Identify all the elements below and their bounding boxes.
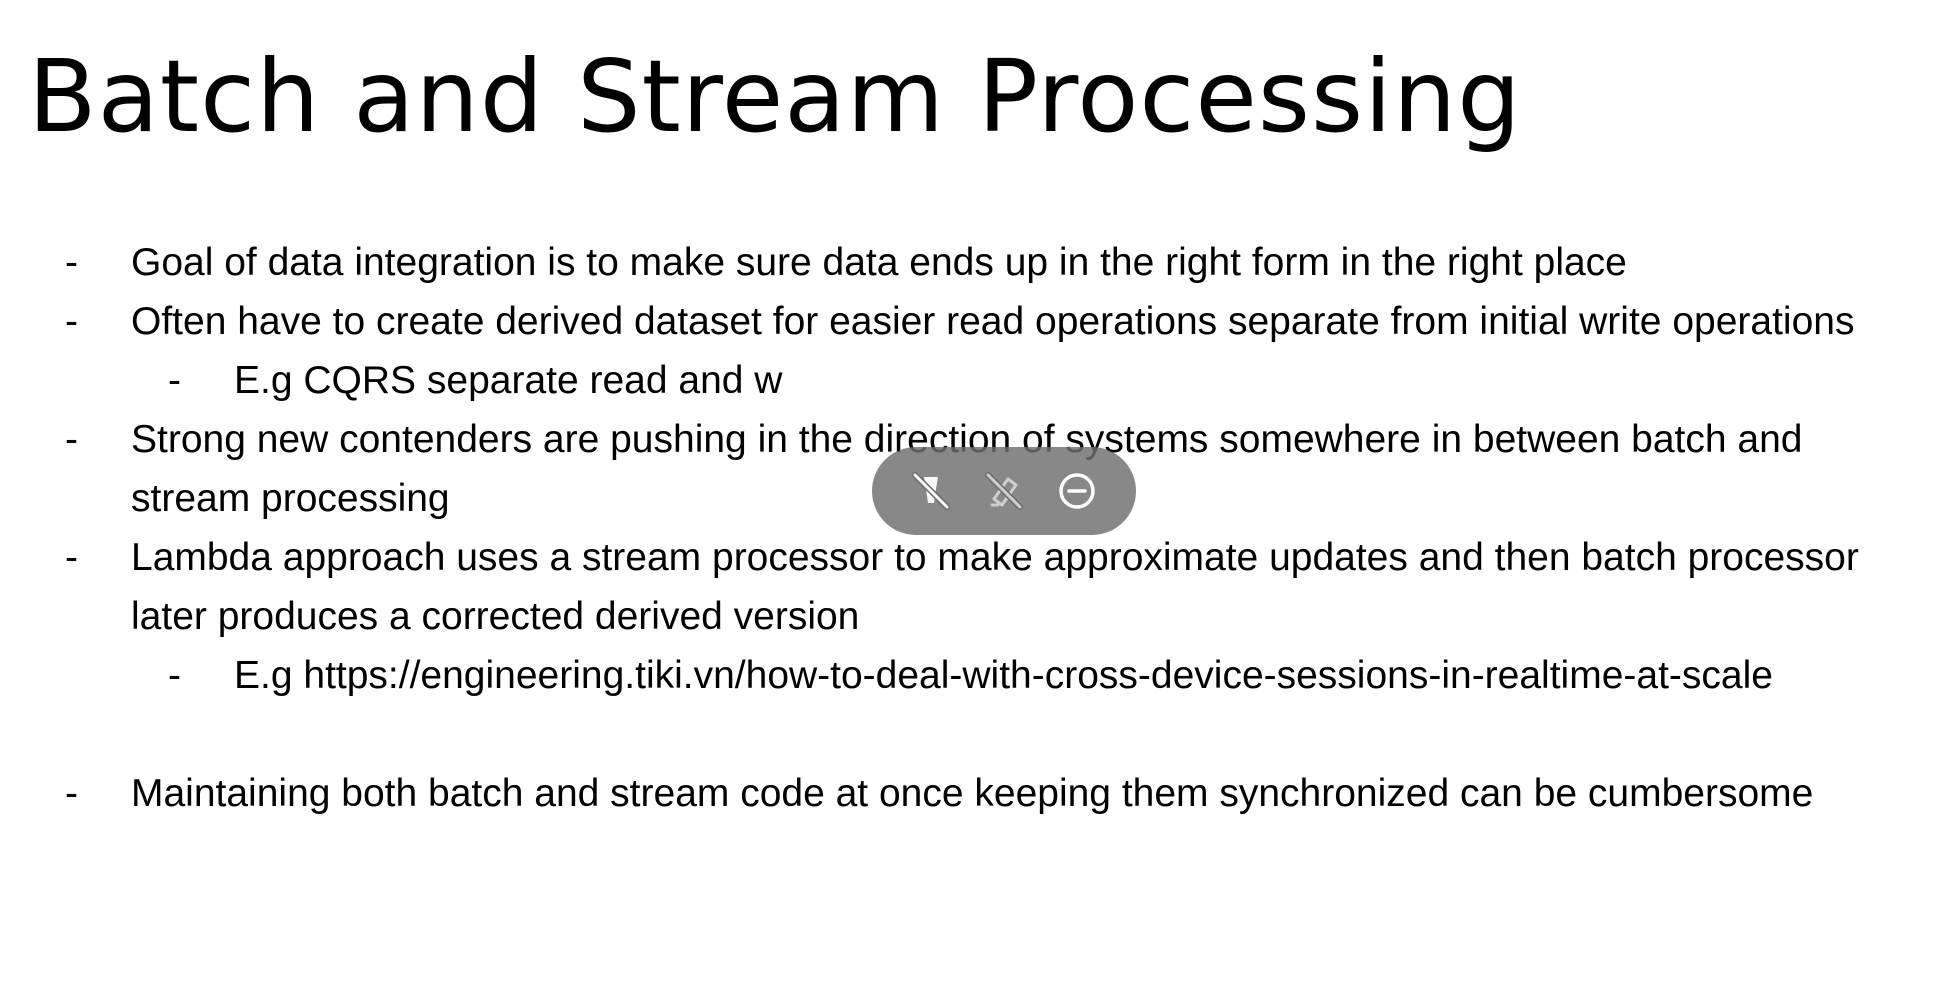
pen-off-button[interactable]	[905, 465, 957, 517]
pen-off-icon	[911, 472, 950, 510]
slide-title: Batch and Stream Processing	[28, 38, 1522, 155]
slide: Batch and Stream Processing - Goal of da…	[0, 0, 1956, 998]
bullet-text: Often have to create derived dataset for…	[131, 300, 1855, 343]
list-item: - E.g https://engineering.tiki.vn/how-to…	[0, 646, 1956, 705]
list-item: - Lambda approach uses a stream processo…	[0, 528, 1956, 646]
bullet-marker: -	[168, 654, 181, 697]
minus-circle-button[interactable]	[1051, 465, 1103, 517]
list-item: - Goal of data integration is to make su…	[0, 233, 1956, 292]
bullet-text: Lambda approach uses a stream processor …	[131, 536, 1859, 638]
list-item: - Often have to create derived dataset f…	[0, 292, 1956, 351]
bullet-marker: -	[65, 536, 78, 579]
list-item: - Maintaining both batch and stream code…	[0, 764, 1956, 823]
highlighter-off-button[interactable]	[978, 465, 1030, 517]
minus-circle-icon	[1059, 473, 1096, 509]
bullet-marker: -	[65, 241, 78, 284]
bullet-text: E.g https://engineering.tiki.vn/how-to-d…	[234, 654, 1773, 697]
bullet-marker: -	[65, 300, 78, 343]
bullet-text: Goal of data integration is to make sure…	[131, 241, 1627, 284]
bullet-text: Maintaining both batch and stream code a…	[131, 772, 1814, 815]
list-item: - E.g CQRS separate read and w	[0, 351, 1956, 410]
bullet-marker: -	[168, 359, 181, 402]
presentation-toolbar	[872, 447, 1136, 535]
bullet-marker: -	[65, 418, 78, 461]
bullet-text: E.g CQRS separate read and w	[234, 359, 783, 402]
highlighter-off-icon	[984, 472, 1023, 510]
bullet-marker: -	[65, 772, 78, 815]
